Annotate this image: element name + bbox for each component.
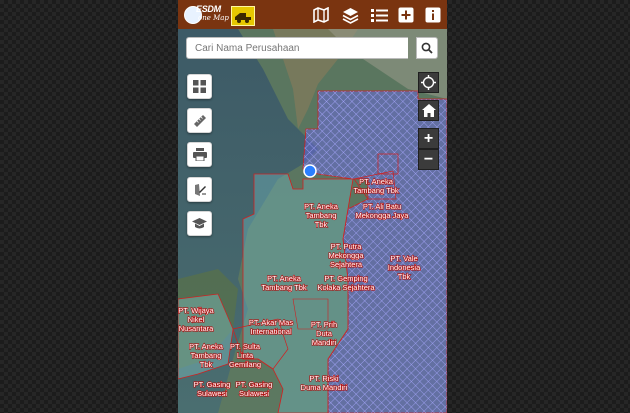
- map-view[interactable]: PT. Aneka Tambang Tbk PT. Aneka Tambang Tbk…: [178, 29, 447, 413]
- map-canvas[interactable]: PT. Aneka Tambang Tbk PT. Aneka Tambang Tbk…: [178, 29, 447, 413]
- company-search: [186, 37, 439, 59]
- layers-icon[interactable]: [340, 5, 360, 25]
- zoom-out-button[interactable]: −: [418, 149, 439, 170]
- map-label: PT. Putra Mekongga Sejahtera: [328, 242, 364, 269]
- map-label: PT. Gasing Sulawesi: [236, 380, 273, 398]
- search-icon: [421, 42, 433, 54]
- tutorial-button[interactable]: [187, 211, 212, 236]
- zoom-in-icon: +: [423, 129, 434, 147]
- top-toolbar: ESDM one Map: [178, 0, 447, 29]
- print-icon: [192, 148, 207, 161]
- map-label: PT. Akar Mas International: [249, 318, 293, 336]
- locate-button[interactable]: [418, 72, 439, 93]
- info-icon[interactable]: [423, 5, 443, 25]
- zoom-in-button[interactable]: +: [418, 128, 439, 149]
- map-label: PT. Aneka Tambang Tbk: [353, 177, 399, 195]
- locate-icon: [421, 75, 436, 90]
- basemap-gallery-button[interactable]: [187, 74, 212, 99]
- logo-text: ESDM: [196, 4, 221, 14]
- plus-square-icon[interactable]: [396, 5, 416, 25]
- measure-button[interactable]: [187, 108, 212, 133]
- home-button[interactable]: [418, 100, 439, 121]
- home-icon: [421, 104, 436, 117]
- zoom-out-icon: −: [423, 150, 434, 168]
- grid-icon: [193, 80, 206, 93]
- print-button[interactable]: [187, 142, 212, 167]
- map-label: PT. Aneka Tambang Tbk: [261, 274, 307, 292]
- map-label: PT. Gemping Kolaka Sejahtera: [317, 274, 375, 292]
- logo-subtext: one Map: [198, 14, 229, 22]
- graduation-icon: [192, 218, 207, 229]
- esdm-logo[interactable]: ESDM one Map: [184, 3, 230, 25]
- search-button[interactable]: [416, 37, 438, 59]
- esdm-one-map-app: PT. Aneka Tambang Tbk PT. Aneka Tambang Tbk…: [178, 0, 447, 413]
- mining-truck-icon: [235, 13, 251, 23]
- current-location-dot[interactable]: [303, 164, 317, 178]
- list-icon[interactable]: [369, 5, 389, 25]
- edit-icon: [194, 183, 206, 196]
- map-icon[interactable]: [311, 5, 331, 25]
- mining-truck-badge[interactable]: [231, 6, 255, 26]
- map-label: PT. Gasing Sulawesi: [194, 380, 231, 398]
- ruler-icon: [193, 114, 206, 127]
- draw-button[interactable]: [187, 177, 212, 202]
- search-input[interactable]: [186, 37, 408, 59]
